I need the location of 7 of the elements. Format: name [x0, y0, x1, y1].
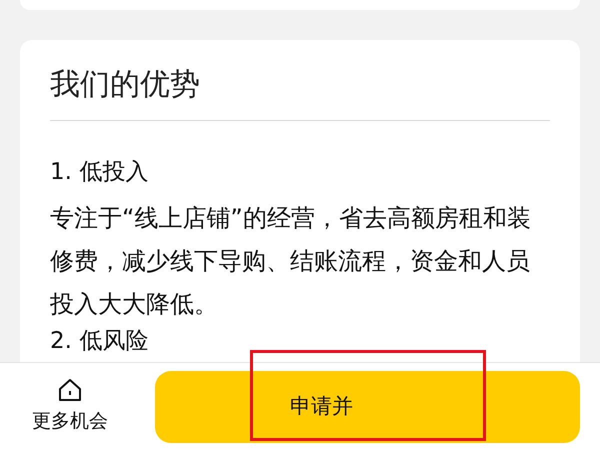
apply-button[interactable]: 申请并 — [155, 370, 580, 442]
item-description: 专注于“线上店铺”的经营，省去高额房租和装修费，减少线下导购、结账流程，资金和人员投入大大降低。 — [50, 203, 532, 320]
more-opportunities-tab[interactable]: 更多机会 — [0, 377, 140, 436]
section-title: 我们的优势 — [50, 66, 201, 104]
home-icon — [57, 377, 83, 404]
item-heading: 2. 低风险 — [50, 328, 150, 354]
item-heading: 1. 低投入 — [50, 159, 150, 185]
